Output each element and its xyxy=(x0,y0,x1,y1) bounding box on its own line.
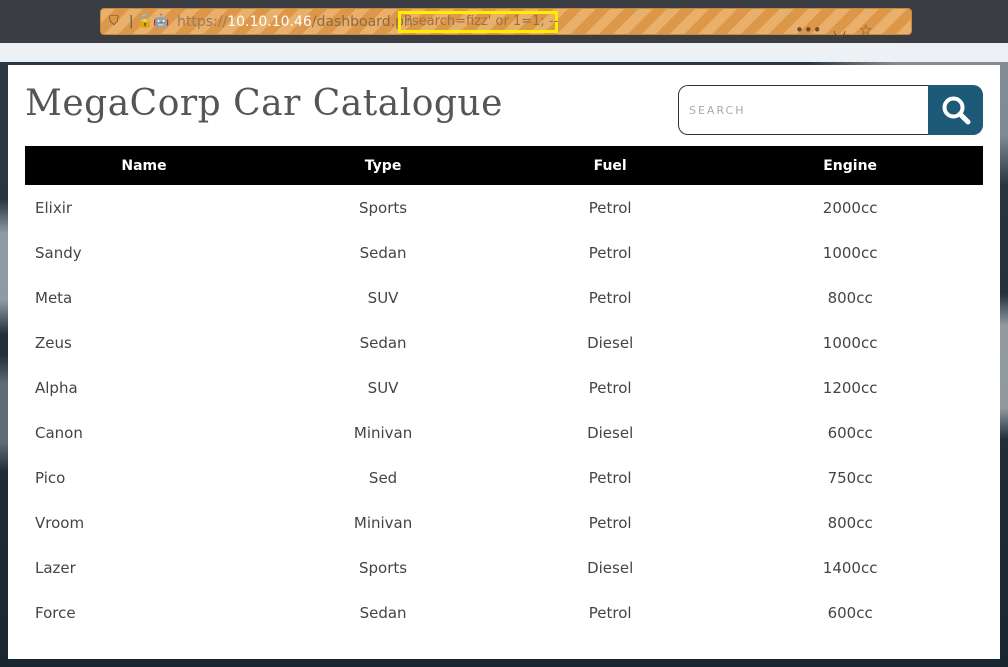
cell-engine: 2000cc xyxy=(822,198,878,217)
search-icon xyxy=(942,96,970,125)
cell-fuel: Petrol xyxy=(588,378,632,397)
cell-engine: 1200cc xyxy=(822,378,878,397)
cell-fuel: Diesel xyxy=(587,423,634,442)
search-button[interactable] xyxy=(928,85,983,135)
table-row: Alpha SUV Petrol 1200cc xyxy=(25,365,983,410)
search-form xyxy=(678,85,983,135)
table-header-row: Name Type Fuel Engine xyxy=(25,146,983,185)
cell-fuel: Petrol xyxy=(588,198,632,217)
cell-type: Sedan xyxy=(359,333,407,352)
ellipsis-icon[interactable]: ••• xyxy=(795,20,822,40)
table-row: Lazer Sports Diesel 1400cc xyxy=(25,545,983,590)
url-query-text: ?search=fizz' or 1=1; -- xyxy=(405,14,559,29)
table-row: Vroom Minivan Petrol 800cc xyxy=(25,500,983,545)
cell-name: Force xyxy=(35,603,76,622)
pocket-icon[interactable]: ◡ xyxy=(833,20,846,40)
car-catalogue-table: Name Type Fuel Engine Elixir Sports Petr… xyxy=(25,146,983,635)
star-icon[interactable]: ☆ xyxy=(859,20,872,40)
separator: | xyxy=(129,14,134,29)
cell-name: Alpha xyxy=(35,378,78,397)
column-header-type: Type xyxy=(364,157,402,174)
cell-name: Vroom xyxy=(35,513,85,532)
cell-engine: 1400cc xyxy=(822,558,878,577)
cell-type: Sedan xyxy=(359,603,407,622)
cell-fuel: Petrol xyxy=(588,513,632,532)
cell-fuel: Petrol xyxy=(588,243,632,262)
cell-type: Minivan xyxy=(353,423,413,442)
robot-icon[interactable]: 🤖 xyxy=(153,13,169,31)
column-header-fuel: Fuel xyxy=(593,157,627,174)
table-row: Elixir Sports Petrol 2000cc xyxy=(25,185,983,230)
cell-name: Canon xyxy=(35,423,83,442)
cell-name: Lazer xyxy=(35,558,76,577)
url-query-highlight: ?search=fizz' or 1=1; -- xyxy=(398,11,558,33)
url-text[interactable]: https://10.10.10.46/dashboard.ph xyxy=(177,12,413,32)
cell-type: Sports xyxy=(359,558,408,577)
cell-engine: 800cc xyxy=(827,288,873,307)
table-row: Meta SUV Petrol 800cc xyxy=(25,275,983,320)
cell-type: SUV xyxy=(367,378,399,397)
table-row: Sandy Sedan Petrol 1000cc xyxy=(25,230,983,275)
table-row: Force Sedan Petrol 600cc xyxy=(25,590,983,635)
cell-name: Sandy xyxy=(35,243,82,262)
url-scheme: https:// xyxy=(177,14,228,30)
insecure-lock-icon[interactable]: 🔒 xyxy=(137,13,153,31)
cell-engine: 1000cc xyxy=(822,333,878,352)
browser-toolbar: ⛉ | 🔒 🤖 https://10.10.10.46/dashboard.ph… xyxy=(0,0,1008,43)
cell-engine: 600cc xyxy=(827,423,873,442)
cell-fuel: Petrol xyxy=(588,288,632,307)
cell-type: Sports xyxy=(359,198,408,217)
cell-engine: 600cc xyxy=(827,603,873,622)
cell-name: Zeus xyxy=(35,333,72,352)
cell-fuel: Petrol xyxy=(588,468,632,487)
cell-engine: 1000cc xyxy=(822,243,878,262)
cell-fuel: Diesel xyxy=(587,558,634,577)
table-row: Canon Minivan Diesel 600cc xyxy=(25,410,983,455)
cell-name: Pico xyxy=(35,468,66,487)
cell-engine: 750cc xyxy=(827,468,873,487)
table-row: Zeus Sedan Diesel 1000cc xyxy=(25,320,983,365)
page-title: MegaCorp Car Catalogue xyxy=(25,83,503,124)
cell-fuel: Diesel xyxy=(587,333,634,352)
cell-type: Minivan xyxy=(353,513,413,532)
cell-type: Sedan xyxy=(359,243,407,262)
cell-fuel: Petrol xyxy=(588,603,632,622)
cell-type: Sed xyxy=(368,468,398,487)
url-host: 10.10.10.46 xyxy=(227,14,312,30)
search-input[interactable] xyxy=(678,85,928,135)
cell-type: SUV xyxy=(367,288,399,307)
shield-icon[interactable]: ⛉ xyxy=(109,13,119,31)
cell-name: Elixir xyxy=(35,198,73,217)
main-panel: MegaCorp Car Catalogue Name Type Fuel En… xyxy=(8,65,1000,659)
column-header-engine: Engine xyxy=(823,157,878,174)
cell-name: Meta xyxy=(35,288,73,307)
column-header-name: Name xyxy=(121,157,167,174)
table-row: Pico Sed Petrol 750cc xyxy=(25,455,983,500)
cell-engine: 800cc xyxy=(827,513,873,532)
